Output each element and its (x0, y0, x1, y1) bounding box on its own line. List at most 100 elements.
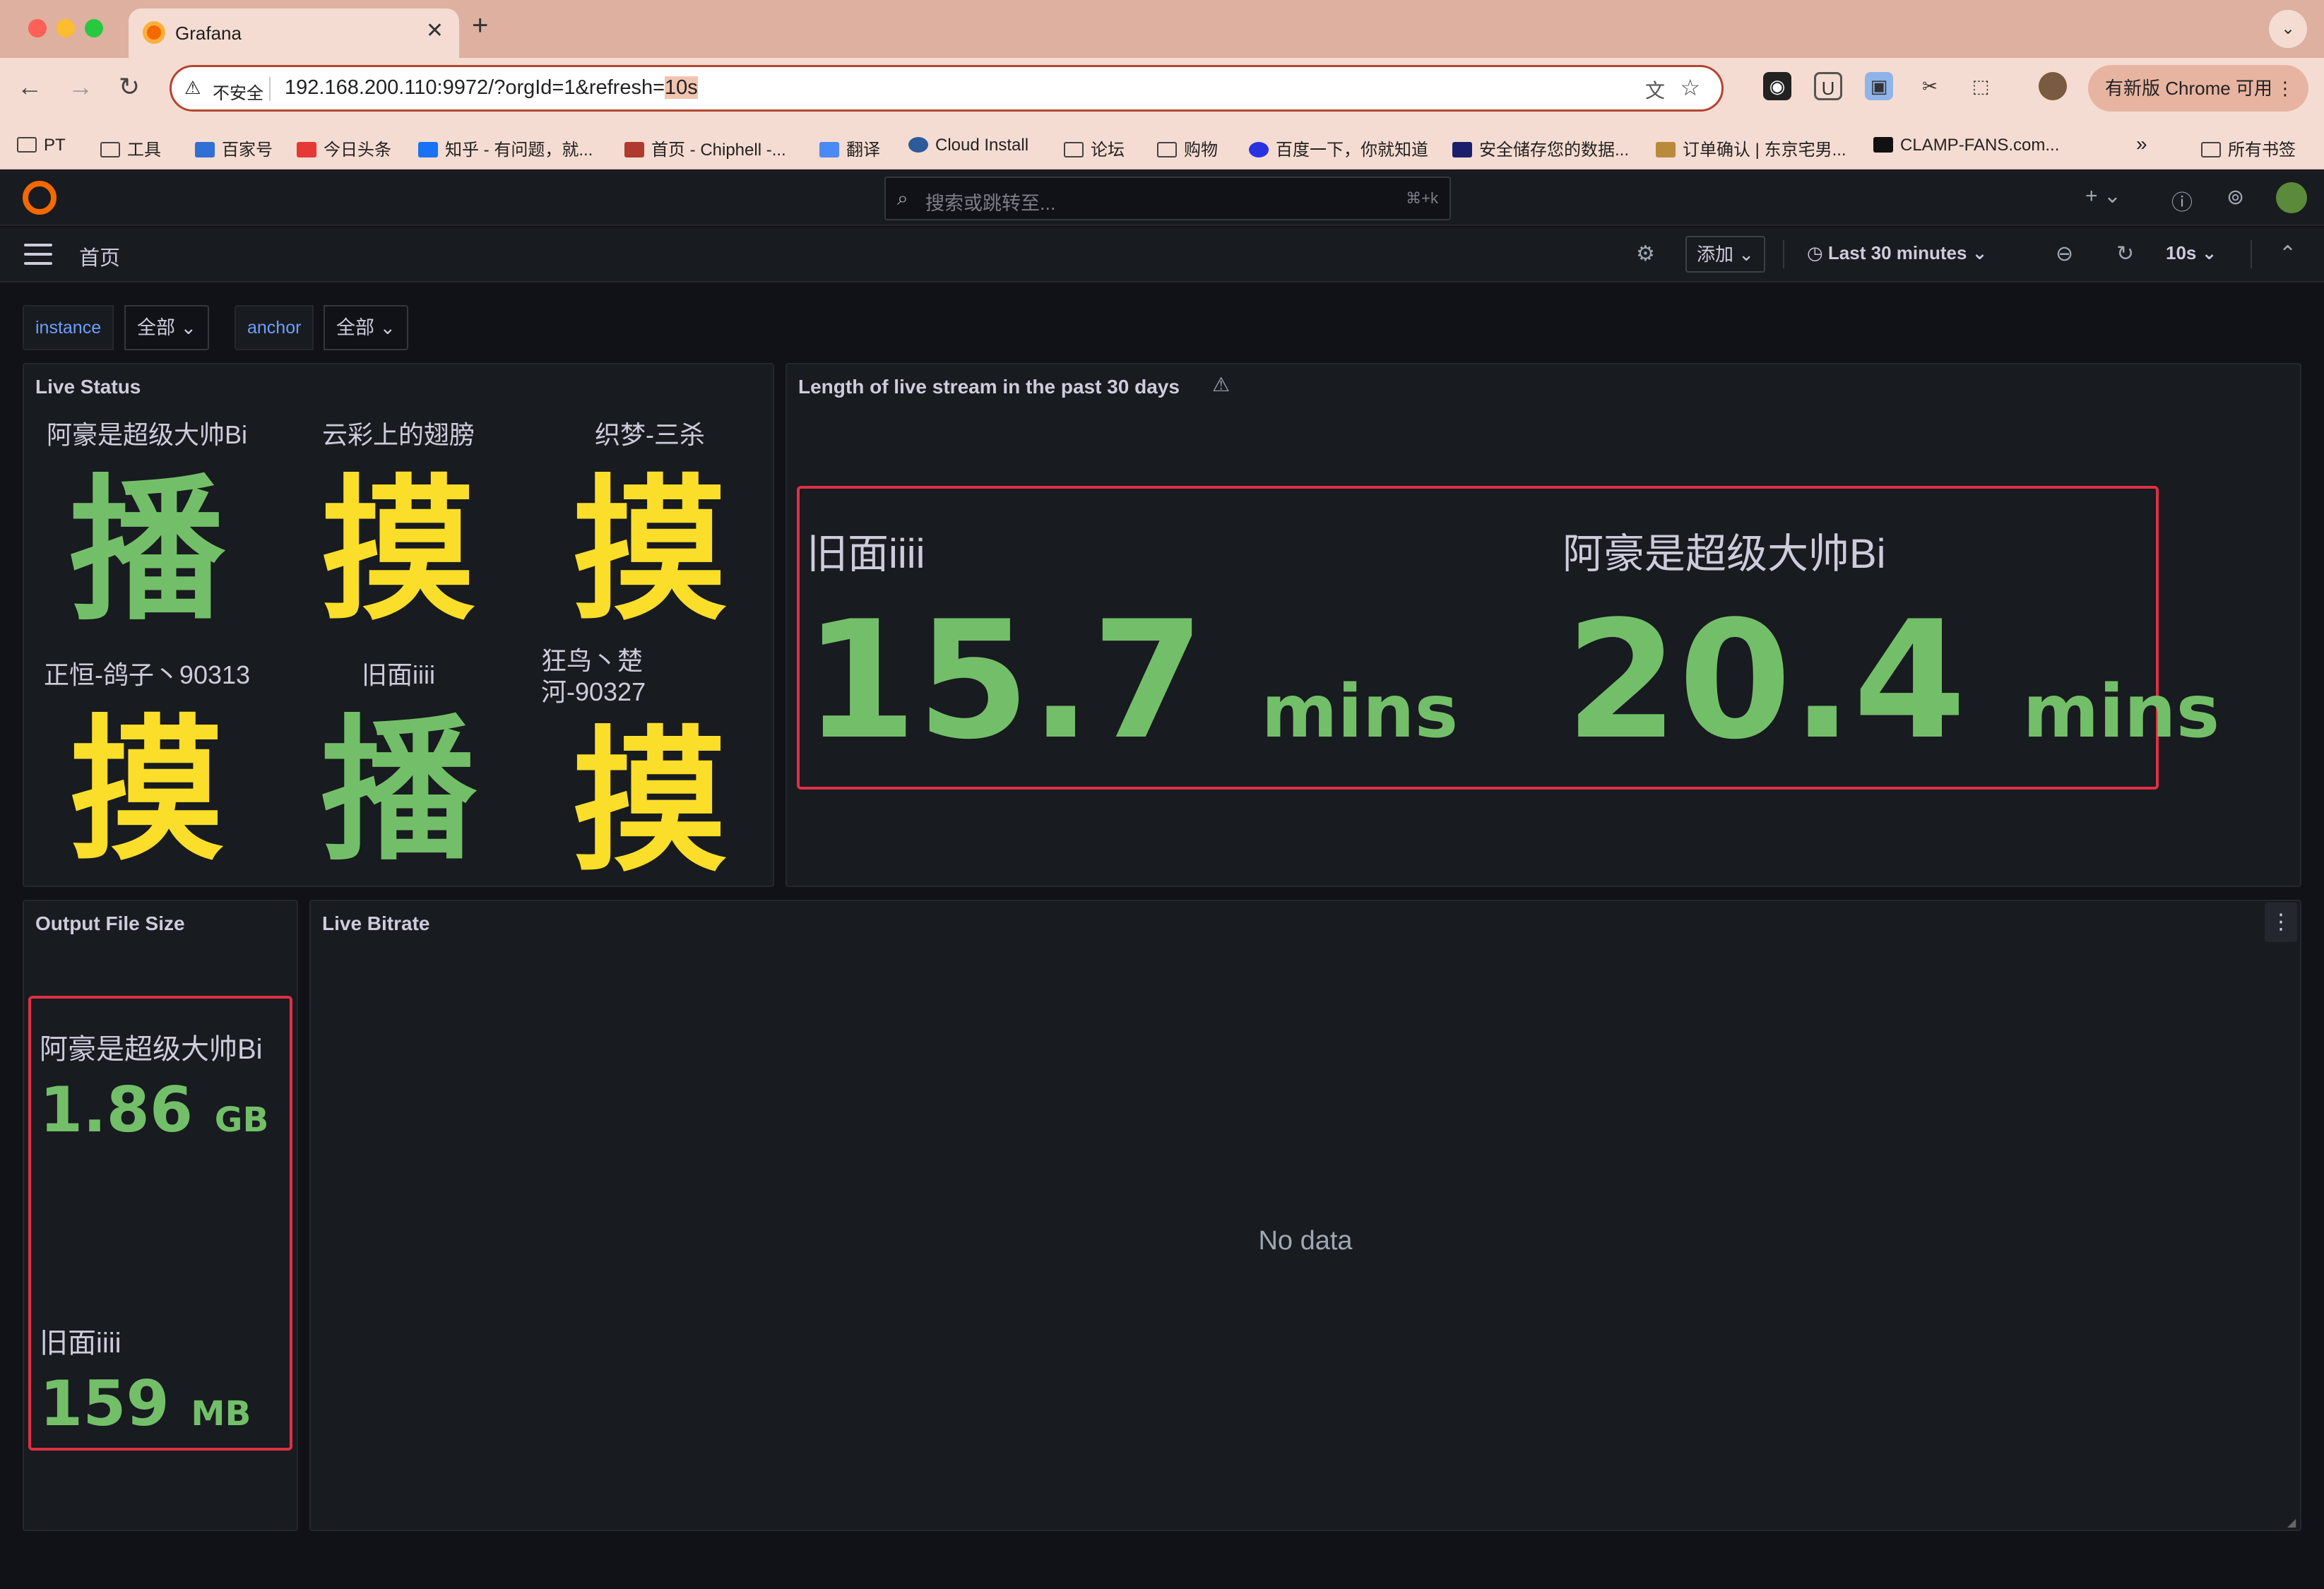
address-bar[interactable]: ⚠ 不安全 192.168.200.110:9972/?orgId=1&refr… (170, 65, 1724, 112)
refresh-icon[interactable]: ↻ (2116, 242, 2134, 266)
bookmark-item[interactable]: 翻译 (819, 136, 880, 160)
chevron-down-icon: ⌄ (1972, 242, 1988, 263)
bookmark-item[interactable]: CLAMP-FANS.com... (1873, 136, 2059, 155)
collapse-chevron-up-icon[interactable]: ⌃ (2279, 242, 2296, 266)
streamer-name: 织梦-三杀 (595, 420, 705, 449)
streamer-name: 阿豪是超级大帅Bi (1563, 531, 1886, 577)
panel-menu-icon[interactable]: ⋮ (2265, 903, 2297, 942)
warning-triangle-icon[interactable]: ⚠ (184, 77, 201, 99)
live-bitrate-panel (309, 900, 2301, 1531)
new-plus-icon[interactable]: + ⌄ (2085, 184, 2121, 208)
forward-arrow-icon[interactable]: → (68, 72, 93, 102)
bookmark-item[interactable]: 今日头条 (297, 136, 391, 160)
bookmark-item[interactable]: PT (17, 136, 66, 155)
bookmark-item[interactable]: Cloud Install (908, 136, 1028, 155)
new-tab-icon[interactable]: + (472, 10, 488, 42)
reload-icon[interactable]: ↻ (119, 72, 140, 102)
extensions-puzzle-icon[interactable]: ⬚ (1967, 72, 1995, 100)
time-range-picker[interactable]: ◷ Last 30 minutes ⌄ (1797, 236, 1998, 273)
divider (2251, 240, 2252, 268)
search-shortcut: ⌘+k (1406, 189, 1438, 207)
url-prefix: 192.168.200.110:9972/?orgId=1&refresh= (285, 76, 665, 99)
dashboard-settings-gear-icon[interactable]: ⚙ (1636, 242, 1655, 266)
panel-title[interactable]: Output File Size (35, 912, 185, 935)
all-bookmarks-item[interactable]: 所有书签 (2201, 136, 2296, 160)
streamer-name: 阿豪是超级大帅Bi (40, 1034, 263, 1065)
browser-tab[interactable]: Grafana ✕ (129, 8, 459, 58)
bookmark-item[interactable]: 订单确认 | 东京宅男... (1656, 136, 1846, 160)
value-number: 15.7 (804, 587, 1205, 775)
tab-close-icon[interactable]: ✕ (426, 18, 444, 43)
stream-length-value: 15.7 mins (804, 600, 1458, 763)
tab-title: Grafana (175, 23, 242, 44)
variable-select-anchor[interactable]: 全部 ⌄ (324, 305, 409, 350)
url-text[interactable]: 192.168.200.110:9972/?orgId=1&refresh=10… (285, 76, 698, 100)
bookmark-item[interactable]: 购物 (1157, 136, 1218, 160)
warning-triangle-icon[interactable]: ⚠ (1212, 373, 1230, 396)
panel-title[interactable]: Length of live stream in the past 30 day… (798, 376, 1180, 398)
bookmark-item[interactable]: 百家号 (195, 136, 273, 160)
grafana-logo-icon[interactable] (23, 181, 57, 215)
live-status-value: 播 (69, 460, 225, 641)
bookmark-item[interactable]: 工具 (100, 136, 161, 160)
help-icon[interactable]: ⓘ (2171, 185, 2193, 216)
chiphell-icon (624, 142, 644, 157)
menu-hamburger-icon[interactable] (24, 244, 52, 265)
value-number: 1.86 (40, 1073, 194, 1146)
add-label: 添加 (1697, 244, 1734, 265)
live-status-value: 摸 (571, 460, 728, 641)
extension-scissors-icon[interactable]: ✂ (1916, 72, 1944, 100)
news-rss-icon[interactable]: ⊚ (2227, 185, 2244, 210)
more-menu-icon[interactable]: ⋮ (2276, 65, 2294, 112)
profile-avatar[interactable] (2039, 72, 2067, 100)
variable-label-anchor: anchor (235, 305, 314, 350)
live-status-value: 摸 (320, 460, 476, 641)
add-button[interactable]: 添加 ⌄ (1685, 236, 1766, 273)
variable-select-instance[interactable]: 全部 ⌄ (124, 305, 210, 350)
bookmark-label: 翻译 (846, 141, 880, 160)
more-bookmarks-chevron-icon[interactable]: » (2136, 133, 2147, 155)
panel-title[interactable]: Live Status (35, 376, 141, 398)
bookmark-star-icon[interactable]: ☆ (1680, 74, 1700, 101)
minimize-window-icon[interactable] (57, 19, 75, 37)
refresh-interval-picker[interactable]: 10s ⌄ (2156, 236, 2227, 273)
bookmark-label: 购物 (1184, 141, 1218, 160)
chrome-update-button[interactable]: 有新版 Chrome 可用 ⋮ (2088, 65, 2308, 112)
bookmark-label: 百度一下，你就知道 (1276, 141, 1428, 160)
bookmark-label: PT (44, 136, 66, 155)
live-status-value: 播 (320, 701, 476, 881)
close-window-icon[interactable] (28, 19, 47, 37)
bookmark-item[interactable]: 首页 - Chiphell -... (624, 136, 786, 160)
no-data-message: No data (1258, 1226, 1353, 1256)
extension-ghost-icon[interactable]: ◉ (1763, 72, 1791, 100)
back-arrow-icon[interactable]: ← (17, 72, 42, 102)
tab-search-chevron-icon[interactable]: ⌄ (2269, 10, 2307, 48)
resize-handle-icon[interactable]: ◢ (2287, 1516, 2296, 1530)
bookmark-item[interactable]: 知乎 - 有问题，就... (418, 136, 593, 160)
bookmark-item[interactable]: 安全储存您的数据... (1452, 136, 1629, 160)
bookmark-label: 今日头条 (324, 141, 391, 160)
streamer-name: 阿豪是超级大帅Bi (46, 420, 247, 449)
breadcrumb[interactable]: 首页 (79, 242, 120, 271)
bookmark-item[interactable]: 论坛 (1064, 136, 1125, 160)
streamer-name: 云彩上的翅膀 (321, 420, 475, 449)
maximize-window-icon[interactable] (85, 19, 103, 37)
user-avatar[interactable] (2276, 182, 2307, 213)
value-unit: MB (191, 1394, 251, 1434)
extension-cube-icon[interactable]: ▣ (1865, 72, 1893, 100)
time-range-label: Last 30 minutes (1827, 242, 1967, 263)
translate-page-icon[interactable]: ⽂ (1645, 76, 1665, 104)
grafana-favicon-icon (143, 21, 165, 44)
search-input[interactable]: ⌕ 搜索或跳转至... ⌘+k (884, 177, 1451, 220)
value-unit: GB (214, 1100, 269, 1140)
insecure-label[interactable]: 不安全 (213, 79, 263, 104)
stream-length-value: 20.4 mins (1565, 600, 2219, 763)
bookmark-label: 百家号 (222, 141, 273, 160)
bookmark-label: 知乎 - 有问题，就... (445, 141, 593, 160)
panel-title[interactable]: Live Bitrate (322, 912, 430, 935)
zoom-out-icon[interactable]: ⊖ (2056, 242, 2073, 266)
zhihu-icon (418, 142, 438, 157)
bookmark-item[interactable]: 百度一下，你就知道 (1249, 136, 1428, 160)
extension-shield-icon[interactable]: U (1814, 72, 1842, 100)
live-status-value: 摸 (69, 701, 225, 881)
